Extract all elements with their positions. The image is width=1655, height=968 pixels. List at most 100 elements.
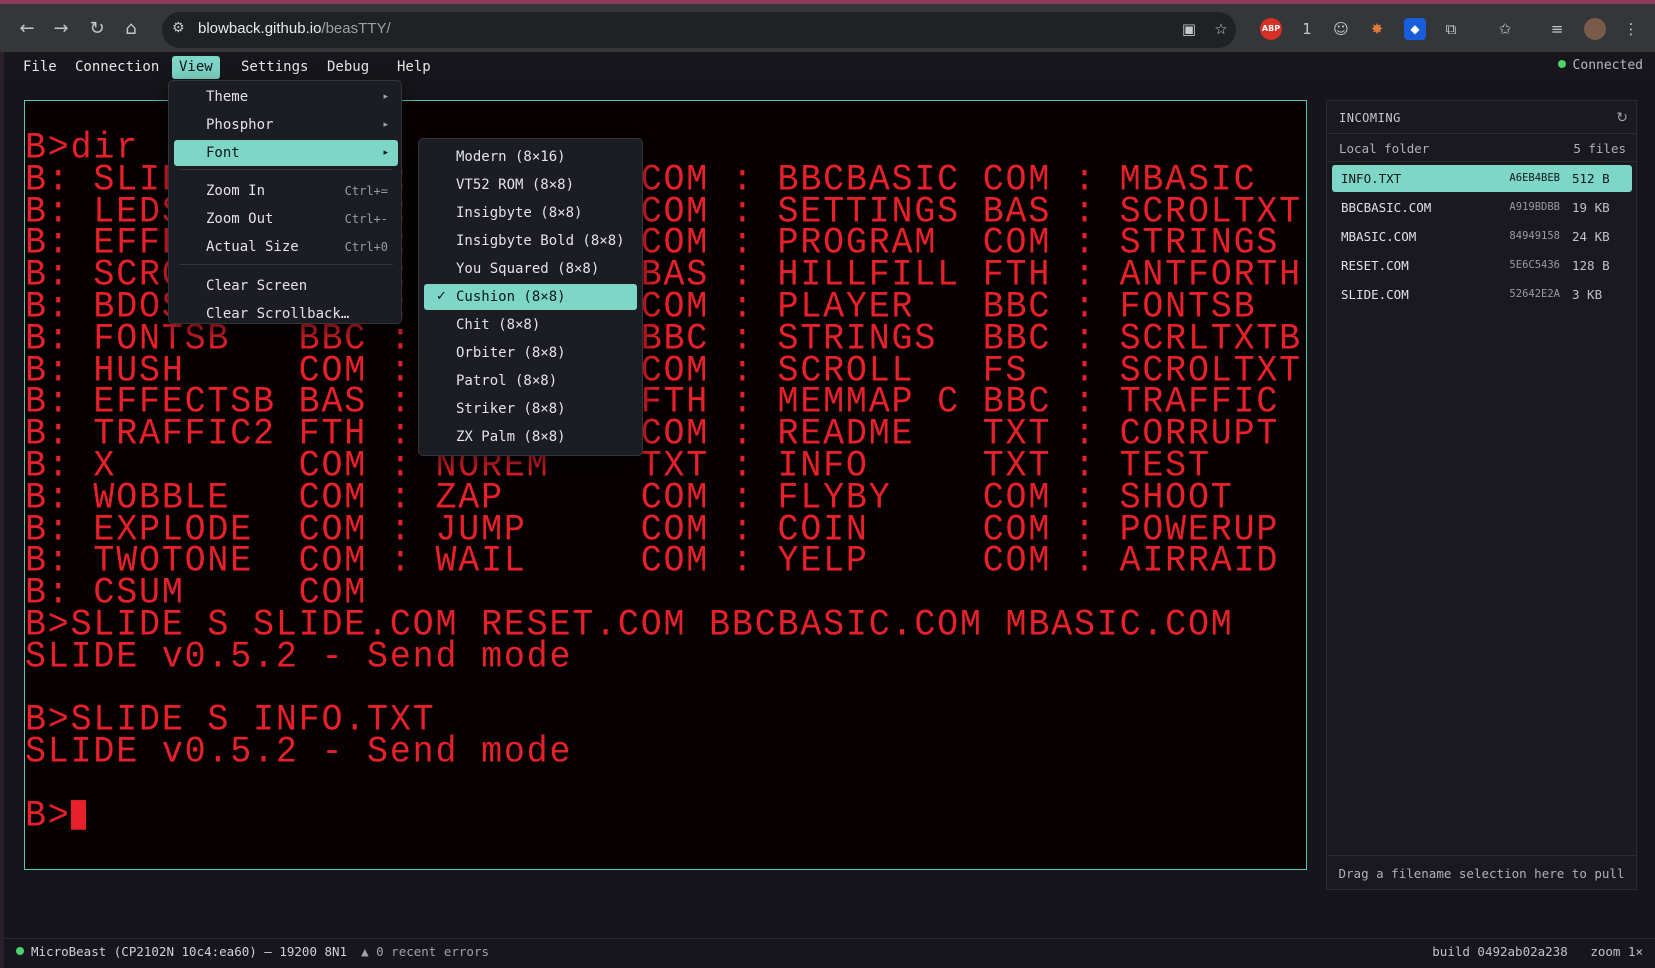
file-hash: A919BDBB [1509, 201, 1560, 213]
menu-shortcut: Ctrl+- [344, 212, 388, 226]
view-menu-item[interactable]: Phosphor ▸ [174, 112, 398, 138]
font-menu-item[interactable]: VT52 ROM (8×8) [424, 172, 637, 198]
extension-badge-icon[interactable]: 1 [1296, 18, 1318, 40]
submenu-arrow-icon: ▸ [383, 148, 388, 158]
menu-item-label: Actual Size [206, 239, 299, 255]
file-name: RESET.COM [1341, 258, 1409, 273]
file-name: BBCBASIC.COM [1341, 200, 1432, 215]
incoming-panel: INCOMING ↻ Local folder 5 files INFO.TXT… [1326, 100, 1637, 890]
file-row[interactable]: MBASIC.COM 84949158 24 KB [1332, 223, 1632, 250]
menu-item-label: Clear Screen [206, 278, 308, 294]
menu-shortcut: Ctrl+= [344, 184, 388, 198]
local-folder-label: Local folder [1339, 141, 1430, 156]
adblock-icon[interactable]: ABP [1260, 18, 1282, 40]
menu-item-label: Insigbyte (8×8) [456, 205, 583, 221]
menu-item-label: Insigbyte Bold (8×8) [456, 233, 625, 249]
menu-item-label: Zoom In [206, 183, 266, 199]
robot-icon[interactable]: ☺ [1330, 18, 1352, 40]
view-menu-item[interactable]: Zoom In Ctrl+= [174, 178, 398, 204]
sparkle-icon[interactable]: ✸ [1366, 18, 1388, 40]
menu-item-label: You Squared (8×8) [456, 261, 600, 277]
menu-item-label: Cushion (8×8) [456, 289, 566, 305]
file-hash: A6EB4BEB [1509, 172, 1560, 184]
terminal-cursor [70, 799, 86, 830]
incoming-title: INCOMING [1339, 111, 1401, 125]
menu-connection[interactable]: Connection [68, 56, 166, 79]
device-dot-icon [16, 947, 24, 955]
file-size: 512 B [1572, 171, 1610, 186]
file-name: MBASIC.COM [1341, 229, 1417, 244]
menubar: File Connection View Settings Debug Help… [4, 52, 1655, 82]
font-menu-item[interactable]: You Squared (8×8) [424, 256, 637, 282]
menu-separator [179, 264, 393, 265]
menu-item-label: Striker (8×8) [456, 401, 566, 417]
view-menu-item[interactable]: Theme ▸ [174, 84, 398, 110]
font-menu-item[interactable]: ZX Palm (8×8) [424, 424, 637, 450]
font-menu-item[interactable]: Striker (8×8) [424, 396, 637, 422]
file-hash: 52642E2A [1509, 288, 1560, 300]
check-icon: ✓ [436, 289, 447, 304]
menu-item-label: Modern (8×16) [456, 149, 566, 165]
build-info: build 0492ab02a238 zoom 1× [1432, 944, 1643, 959]
font-submenu: Modern (8×16) VT52 ROM (8×8) Insigbyte (8×… [418, 138, 643, 456]
file-name: SLIDE.COM [1341, 287, 1409, 302]
view-menu-item[interactable]: Clear Scrollback… [174, 301, 398, 327]
divider [1327, 133, 1636, 134]
font-menu-item[interactable]: Insigbyte Bold (8×8) [424, 228, 637, 254]
bookmark-star-icon[interactable]: ☆ [1210, 18, 1232, 40]
menu-help[interactable]: Help [390, 56, 438, 79]
recent-errors[interactable]: ▲ 0 recent errors [361, 944, 489, 959]
file-row[interactable]: RESET.COM 5E6C5436 128 B [1332, 252, 1632, 279]
refresh-icon[interactable]: ↻ [1616, 110, 1628, 126]
menu-settings[interactable]: Settings [234, 56, 315, 79]
file-row[interactable]: BBCBASIC.COM A919BDBB 19 KB [1332, 194, 1632, 221]
install-app-icon[interactable]: ▣ [1178, 18, 1200, 40]
menu-item-label: Theme [206, 89, 249, 105]
submenu-arrow-icon: ▸ [383, 92, 388, 102]
profile-avatar[interactable] [1584, 18, 1606, 40]
menu-item-label: Patrol (8×8) [456, 373, 558, 389]
drop-hint: Drag a filename selection here to pull [1338, 866, 1625, 881]
file-row[interactable]: INFO.TXT A6EB4BEB 512 B [1332, 165, 1632, 192]
url-text[interactable]: blowback.github.io/beasTTY/ [198, 20, 391, 37]
extensions-puzzle-icon[interactable]: ⧉ [1440, 18, 1462, 40]
menu-item-label: Zoom Out [206, 211, 274, 227]
connection-status: Connected [1557, 58, 1643, 73]
font-menu-item[interactable]: Insigbyte (8×8) [424, 200, 637, 226]
kebab-menu-icon[interactable]: ⋮ [1620, 18, 1642, 40]
site-info-icon[interactable]: ⚙ [172, 20, 185, 36]
view-menu-item[interactable]: Zoom Out Ctrl+- [174, 206, 398, 232]
view-menu-item[interactable]: Actual Size Ctrl+0 [174, 234, 398, 260]
back-icon[interactable]: ← [14, 16, 40, 42]
view-menu-item[interactable]: Font ▸ [174, 140, 398, 166]
terminal-line: B> [25, 797, 86, 834]
file-row[interactable]: SLIDE.COM 52642E2A 3 KB [1332, 281, 1632, 308]
menu-view[interactable]: View [172, 56, 220, 79]
menu-item-label: Phosphor [206, 117, 274, 133]
terminal-line: SLIDE v0.5.2 - Send mode [25, 730, 573, 774]
build-label: build 0492ab02a238 [1432, 944, 1568, 959]
menu-item-label: VT52 ROM (8×8) [456, 177, 575, 193]
star-list-icon[interactable]: ✩ [1494, 18, 1516, 40]
media-list-icon[interactable]: ≡ [1546, 18, 1568, 40]
view-menu-item[interactable]: Clear Screen [174, 273, 398, 299]
browser-toolbar: ← → ↻ ⌂ ⚙ blowback.github.io/beasTTY/ ▣ … [0, 0, 1655, 52]
address-bar[interactable]: ⚙ blowback.github.io/beasTTY/ [162, 12, 1236, 48]
terminal-line: SLIDE v0.5.2 - Send mode [25, 635, 573, 678]
file-size: 3 KB [1572, 287, 1603, 302]
font-menu-item[interactable]: Chit (8×8) [424, 312, 637, 338]
reload-icon[interactable]: ↻ [84, 16, 110, 42]
menu-debug[interactable]: Debug [320, 56, 376, 79]
menu-item-label: ZX Palm (8×8) [456, 429, 566, 445]
home-icon[interactable]: ⌂ [118, 16, 144, 42]
font-menu-item[interactable]: Modern (8×16) [424, 144, 637, 170]
font-menu-item[interactable]: ✓ Cushion (8×8) [424, 284, 637, 310]
bitwarden-icon[interactable]: ◆ [1404, 18, 1426, 40]
file-hash: 84949158 [1509, 230, 1560, 242]
menu-file[interactable]: File [16, 56, 64, 79]
font-menu-item[interactable]: Patrol (8×8) [424, 368, 637, 394]
menu-item-label: Clear Scrollback… [206, 306, 350, 322]
menu-item-label: Orbiter (8×8) [456, 345, 566, 361]
forward-icon[interactable]: → [48, 16, 74, 42]
font-menu-item[interactable]: Orbiter (8×8) [424, 340, 637, 366]
